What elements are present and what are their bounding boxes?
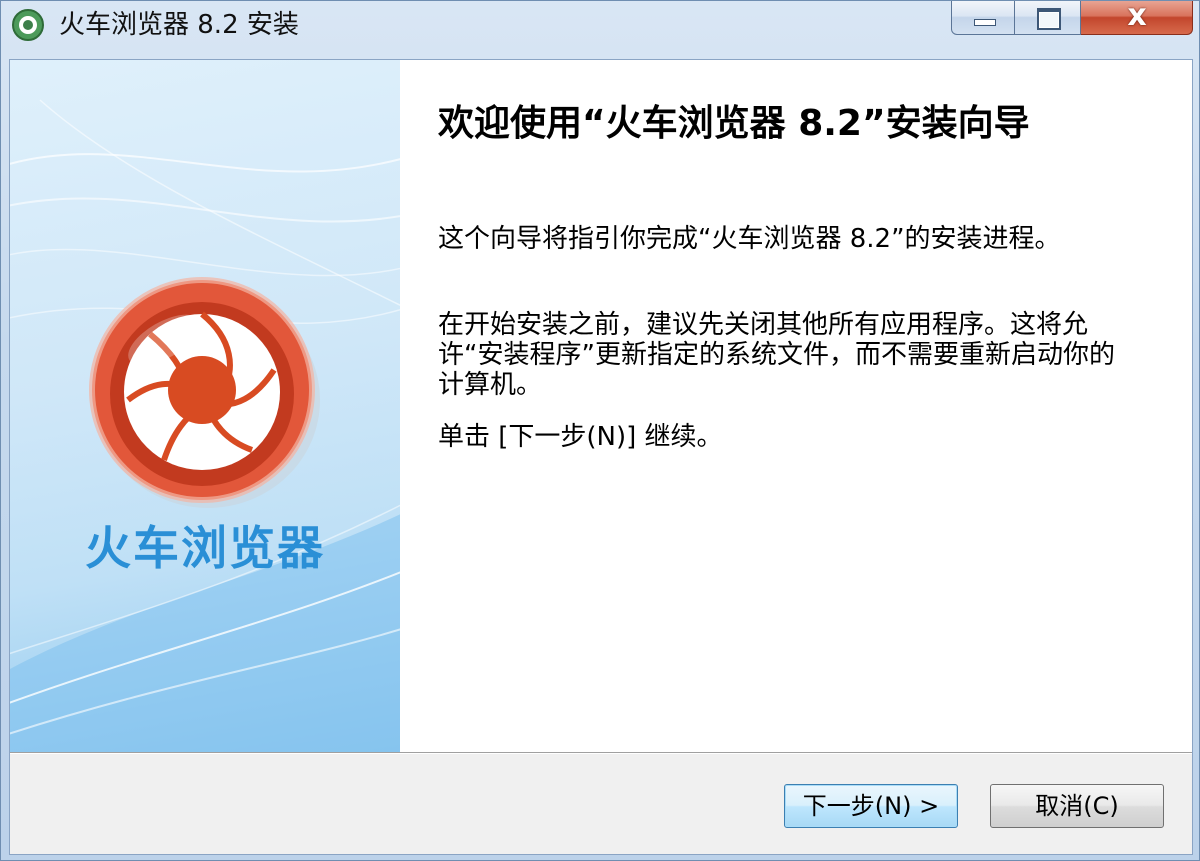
maximize-icon <box>1037 8 1061 30</box>
wizard-client-area: 火车浏览器 欢迎使用“火车浏览器 8.2”安装向导 这个向导将指引你完成“火车浏… <box>9 59 1193 855</box>
footer-divider <box>10 752 1192 754</box>
maximize-button[interactable] <box>1015 1 1081 35</box>
title-bar[interactable]: 火车浏览器 8.2 安装 x <box>1 0 1200 51</box>
installer-window: 火车浏览器 8.2 安装 x 火车浏览器 欢迎使用“火车浏览器 8.2”安装向导… <box>0 0 1200 861</box>
wizard-side-banner: 火车浏览器 <box>10 60 400 752</box>
window-title: 火车浏览器 8.2 安装 <box>59 10 299 40</box>
intro-paragraph: 这个向导将指引你完成“火车浏览器 8.2”的安装进程。 <box>438 224 1061 254</box>
close-icon: x <box>1127 0 1147 33</box>
app-logo-icon <box>12 9 44 41</box>
page-title: 欢迎使用“火车浏览器 8.2”安装向导 <box>438 103 1030 144</box>
next-button[interactable]: 下一步(N) > <box>784 784 958 828</box>
minimize-icon <box>974 19 996 26</box>
brand-name: 火车浏览器 <box>85 521 325 575</box>
welcome-content: 欢迎使用“火车浏览器 8.2”安装向导 这个向导将指引你完成“火车浏览器 8.2… <box>400 60 1192 752</box>
close-button[interactable]: x <box>1081 0 1193 35</box>
close-apps-paragraph: 在开始安装之前，建议先关闭其他所有应用程序。这将允许“安装程序”更新指定的系统文… <box>438 310 1115 400</box>
continue-instruction: 单击 [下一步(N)] 继续。 <box>438 422 723 452</box>
minimize-button[interactable] <box>951 1 1015 35</box>
aperture-logo-icon <box>89 277 320 508</box>
cancel-button[interactable]: 取消(C) <box>990 784 1164 828</box>
